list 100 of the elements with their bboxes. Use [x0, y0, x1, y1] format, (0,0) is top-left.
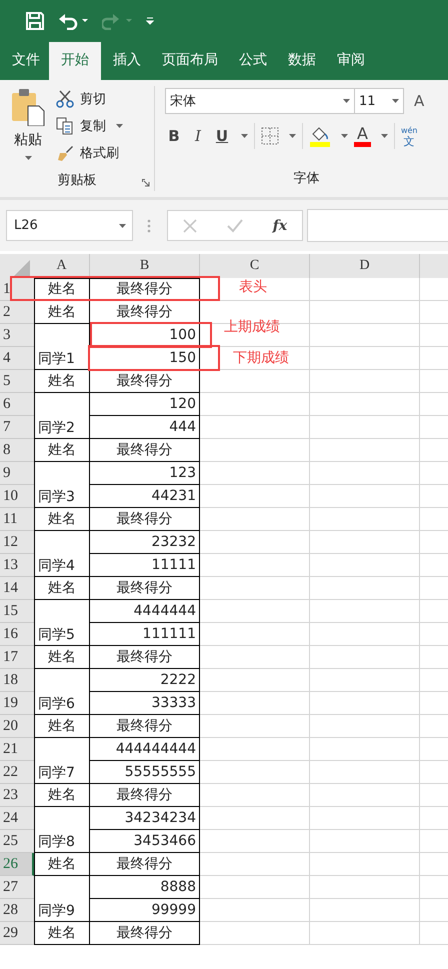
- row-header[interactable]: 26: [0, 853, 34, 876]
- table-cell: 444444444: [90, 738, 200, 761]
- row-header[interactable]: 28: [0, 899, 34, 922]
- row-header[interactable]: 21: [0, 738, 34, 761]
- table-cell: 8888: [90, 876, 200, 899]
- table-cell: 姓名: [34, 784, 90, 807]
- column-header[interactable]: D: [310, 254, 420, 278]
- table-cell: 姓名: [34, 439, 90, 462]
- font-size-dropdown[interactable]: 11: [355, 88, 404, 114]
- borders-icon[interactable]: [261, 127, 279, 145]
- copy-button[interactable]: 复制: [56, 115, 123, 137]
- save-icon[interactable]: [26, 12, 44, 30]
- format-painter-button[interactable]: 格式刷: [56, 142, 123, 164]
- row-header[interactable]: 17: [0, 646, 34, 669]
- table-cell: 姓名: [34, 278, 90, 301]
- ribbon-tab[interactable]: 开始: [49, 42, 101, 80]
- table-cell: 120: [90, 393, 200, 416]
- table-cell: 4444444: [90, 600, 200, 623]
- row-header[interactable]: 9: [0, 462, 34, 485]
- table-cell: 最终得分: [90, 922, 200, 945]
- row-header[interactable]: 2: [0, 301, 34, 324]
- row-header[interactable]: 23: [0, 784, 34, 807]
- table-cell: 同学6: [34, 669, 90, 715]
- caret-icon[interactable]: [241, 134, 248, 138]
- table-cell: 姓名: [34, 577, 90, 600]
- row-header[interactable]: 8: [0, 439, 34, 462]
- table-cell: 444: [90, 416, 200, 439]
- row-header[interactable]: 16: [0, 623, 34, 646]
- table-cell: 同学1: [34, 324, 90, 370]
- ribbon-tab[interactable]: 页面布局: [150, 42, 227, 80]
- row-header[interactable]: 27: [0, 876, 34, 899]
- bold-button[interactable]: B: [165, 127, 183, 145]
- paste-button[interactable]: 粘贴: [0, 86, 56, 169]
- column-header[interactable]: C: [200, 254, 310, 278]
- scissors-icon: [56, 90, 74, 108]
- row-header[interactable]: 14: [0, 577, 34, 600]
- row-header[interactable]: 15: [0, 600, 34, 623]
- undo-icon[interactable]: [58, 12, 88, 30]
- table-cell: 同学9: [34, 876, 90, 922]
- table-cell: 最终得分: [90, 370, 200, 393]
- underline-button[interactable]: U: [213, 127, 231, 145]
- table-cell: 3453466: [90, 830, 200, 853]
- table-cell: 34234234: [90, 807, 200, 830]
- table-cell: 最终得分: [90, 784, 200, 807]
- fill-color-icon[interactable]: [309, 125, 331, 147]
- table-cell: 同学3: [34, 462, 90, 508]
- table-cell: 同学2: [34, 393, 90, 439]
- ribbon-tab[interactable]: 插入: [101, 42, 150, 80]
- row-header[interactable]: 12: [0, 531, 34, 554]
- table-cell: 111111: [90, 623, 200, 646]
- row-header[interactable]: 25: [0, 830, 34, 853]
- table-cell: 11111: [90, 554, 200, 577]
- row-header[interactable]: 22: [0, 761, 34, 784]
- customize-icon[interactable]: [146, 17, 154, 25]
- row-header[interactable]: 10: [0, 485, 34, 508]
- table-cell: 最终得分: [90, 278, 200, 301]
- table-cell: 55555555: [90, 761, 200, 784]
- group-label: 字体: [294, 170, 320, 187]
- table-cell: 姓名: [34, 370, 90, 393]
- ribbon-tab[interactable]: 审阅: [325, 42, 374, 80]
- caret-icon: [119, 224, 126, 228]
- row-header[interactable]: 19: [0, 692, 34, 715]
- dialog-launcher-icon[interactable]: [142, 179, 150, 187]
- grow-font-button[interactable]: A: [414, 92, 424, 110]
- caret-icon[interactable]: [289, 134, 296, 138]
- table-cell: 同学4: [34, 531, 90, 577]
- row-header[interactable]: 3: [0, 324, 34, 347]
- name-box[interactable]: L26: [6, 210, 133, 241]
- grip-icon: [147, 218, 151, 232]
- italic-button[interactable]: I: [189, 127, 207, 145]
- table-cell: 99999: [90, 899, 200, 922]
- clipboard-icon: [10, 88, 46, 126]
- row-header[interactable]: 18: [0, 669, 34, 692]
- row-header[interactable]: 11: [0, 508, 34, 531]
- ribbon-tab[interactable]: 公式: [227, 42, 276, 80]
- formula-input[interactable]: [307, 209, 448, 242]
- font-color-button[interactable]: A: [354, 126, 371, 146]
- row-header[interactable]: 5: [0, 370, 34, 393]
- row-header[interactable]: 13: [0, 554, 34, 577]
- caret-icon[interactable]: [380, 134, 388, 138]
- table-cell: 姓名: [34, 301, 90, 324]
- caret-icon[interactable]: [341, 134, 348, 138]
- row-header[interactable]: 4: [0, 347, 34, 370]
- row-header[interactable]: 29: [0, 922, 34, 945]
- cut-button[interactable]: 剪切: [56, 88, 123, 110]
- font-name-dropdown[interactable]: 宋体: [165, 88, 355, 114]
- table-cell: 23232: [90, 531, 200, 554]
- caret-icon: [24, 156, 32, 160]
- group-label: 剪贴板: [58, 172, 96, 189]
- row-header[interactable]: 7: [0, 416, 34, 439]
- ribbon-tab[interactable]: 数据: [276, 42, 325, 80]
- insert-function-button[interactable]: fx: [272, 218, 288, 234]
- table-cell: 最终得分: [90, 439, 200, 462]
- row-header[interactable]: 20: [0, 715, 34, 738]
- row-header[interactable]: 24: [0, 807, 34, 830]
- ribbon-tab[interactable]: 文件: [0, 42, 49, 80]
- caret-icon: [343, 99, 350, 103]
- copy-icon: [56, 117, 74, 135]
- phonetic-guide-button[interactable]: wén 文: [400, 125, 418, 147]
- row-header[interactable]: 6: [0, 393, 34, 416]
